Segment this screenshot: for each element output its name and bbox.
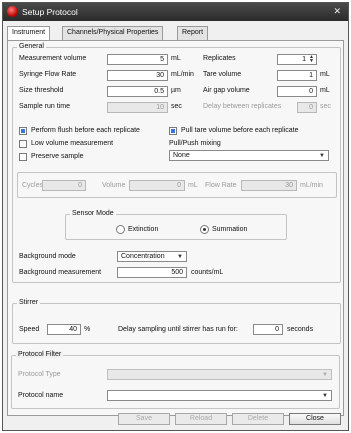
tare-volume-input[interactable]: 1 [277, 70, 317, 81]
protocol-filter-legend: Protocol Filter [16, 351, 64, 358]
app-icon [7, 6, 18, 17]
syringe-flow-rate-input[interactable]: 30 [107, 70, 168, 81]
pull-push-mixing-label: Pull/Push mixing [169, 140, 221, 147]
replicates-spinbox[interactable]: 1 ▲ ▼ [277, 54, 317, 65]
chevron-down-icon: ▼ [322, 372, 328, 378]
measurement-volume-input[interactable]: 5 [107, 54, 168, 65]
spin-arrows-icon[interactable]: ▲ ▼ [309, 55, 314, 64]
chevron-down-icon: ▼ [319, 153, 325, 159]
cycles-input[interactable]: 0 [42, 180, 86, 191]
sample-run-time-label: Sample run time [19, 103, 70, 110]
protocol-type-select[interactable]: ▼ [107, 369, 332, 380]
chevron-down-icon: ▼ [322, 393, 328, 399]
sensor-mode-legend: Sensor Mode [70, 210, 116, 217]
sample-run-time-input[interactable]: 10 [107, 102, 168, 113]
extinction-radio[interactable] [116, 225, 125, 234]
close-button[interactable]: Close [289, 413, 341, 425]
volume-input[interactable]: 0 [129, 180, 185, 191]
delay-between-replicates-label: Delay between replicates [203, 103, 282, 110]
stirrer-delay-label: Delay sampling until stirrer has run for… [118, 326, 238, 333]
low-volume-checkbox[interactable] [19, 140, 27, 148]
background-mode-select[interactable]: Concentration ▼ [117, 251, 187, 262]
cycles-label: Cycles [22, 182, 44, 189]
background-mode-value: Concentration [121, 253, 165, 260]
title-bar[interactable]: Setup Protocol ✕ [3, 3, 348, 21]
air-gap-volume-label: Air gap volume [203, 87, 250, 94]
mixing-parameters-box: Cycles 0 Volume 0 mL Flow Rate 30 mL/min [17, 172, 337, 198]
protocol-filter-group: Protocol Filter Protocol Type ▼ Protocol… [11, 351, 340, 409]
stirrer-group: Stirrer Speed 40 % Delay sampling until … [12, 299, 341, 344]
perform-flush-label: Perform flush before each replicate [31, 127, 140, 134]
flow-rate-unit: mL/min [300, 182, 323, 189]
sensor-mode-group: Sensor Mode Extinction Summation [65, 210, 287, 240]
measurement-volume-label: Measurement volume [19, 55, 87, 62]
stirrer-speed-label: Speed [19, 326, 40, 333]
volume-unit: mL [188, 182, 198, 189]
window-title: Setup Protocol [22, 7, 78, 17]
preserve-sample-label: Preserve sample [31, 153, 84, 160]
low-volume-label: Low volume measurement [31, 140, 114, 147]
pull-tare-checkbox[interactable] [169, 127, 177, 135]
pull-push-mixing-select[interactable]: None ▼ [169, 150, 329, 161]
close-icon[interactable]: ✕ [333, 6, 341, 17]
summation-label: Summation [212, 226, 248, 233]
protocol-type-label: Protocol Type [18, 371, 61, 378]
general-legend: General [17, 43, 46, 50]
sample-run-time-unit: sec [171, 103, 182, 110]
flow-rate-label: Flow Rate [205, 182, 237, 189]
background-measurement-unit: counts/mL [191, 269, 224, 276]
extinction-label: Extinction [128, 226, 159, 233]
background-measurement-label: Background measurement [19, 269, 102, 276]
size-threshold-unit: µm [171, 87, 181, 94]
save-button[interactable]: Save [118, 413, 170, 425]
stirrer-speed-unit: % [84, 326, 91, 333]
tab-channels-physical-properties[interactable]: Channels/Physical Properties [62, 26, 164, 40]
pull-tare-label: Pull tare volume before each replicate [181, 127, 299, 134]
stirrer-delay-unit: seconds [287, 326, 314, 333]
background-mode-label: Background mode [19, 253, 76, 260]
measurement-volume-unit: mL [171, 55, 181, 62]
stirrer-speed-input[interactable]: 40 [47, 324, 81, 335]
stirrer-delay-input[interactable]: 0 [253, 324, 283, 335]
replicates-value: 1 [302, 56, 306, 63]
protocol-name-select[interactable]: ▼ [107, 390, 332, 401]
syringe-flow-rate-unit: mL/min [171, 71, 194, 78]
tab-instrument[interactable]: Instrument [7, 26, 51, 41]
tare-volume-unit: mL [320, 71, 330, 78]
size-threshold-input[interactable]: 0.5 [107, 86, 168, 97]
air-gap-volume-input[interactable]: 0 [277, 86, 317, 97]
chevron-down-icon: ▼ [177, 254, 183, 260]
stirrer-legend: Stirrer [17, 299, 41, 306]
pull-push-mixing-value: None [173, 152, 190, 159]
replicates-label: Replicates [203, 55, 236, 62]
size-threshold-label: Size threshold [19, 87, 64, 94]
protocol-name-label: Protocol name [18, 392, 64, 399]
reload-button[interactable]: Reload [175, 413, 227, 425]
delay-between-replicates-input[interactable]: 0 [297, 102, 317, 113]
delete-button[interactable]: Delete [232, 413, 284, 425]
volume-label: Volume [102, 182, 126, 189]
tab-report[interactable]: Report [177, 26, 209, 40]
syringe-flow-rate-label: Syringe Flow Rate [19, 71, 77, 78]
delay-between-replicates-unit: sec [320, 103, 331, 110]
flow-rate-input[interactable]: 30 [241, 180, 297, 191]
air-gap-volume-unit: mL [320, 87, 330, 94]
preserve-sample-checkbox[interactable] [19, 153, 27, 161]
general-group: General Measurement volume 5 mL Syringe … [12, 43, 341, 283]
summation-radio[interactable] [200, 225, 209, 234]
setup-protocol-window: Setup Protocol ✕ Instrument Channels/Phy… [2, 2, 349, 431]
tare-volume-label: Tare volume [203, 71, 242, 78]
perform-flush-checkbox[interactable] [19, 127, 27, 135]
background-measurement-input[interactable]: 500 [117, 267, 187, 278]
